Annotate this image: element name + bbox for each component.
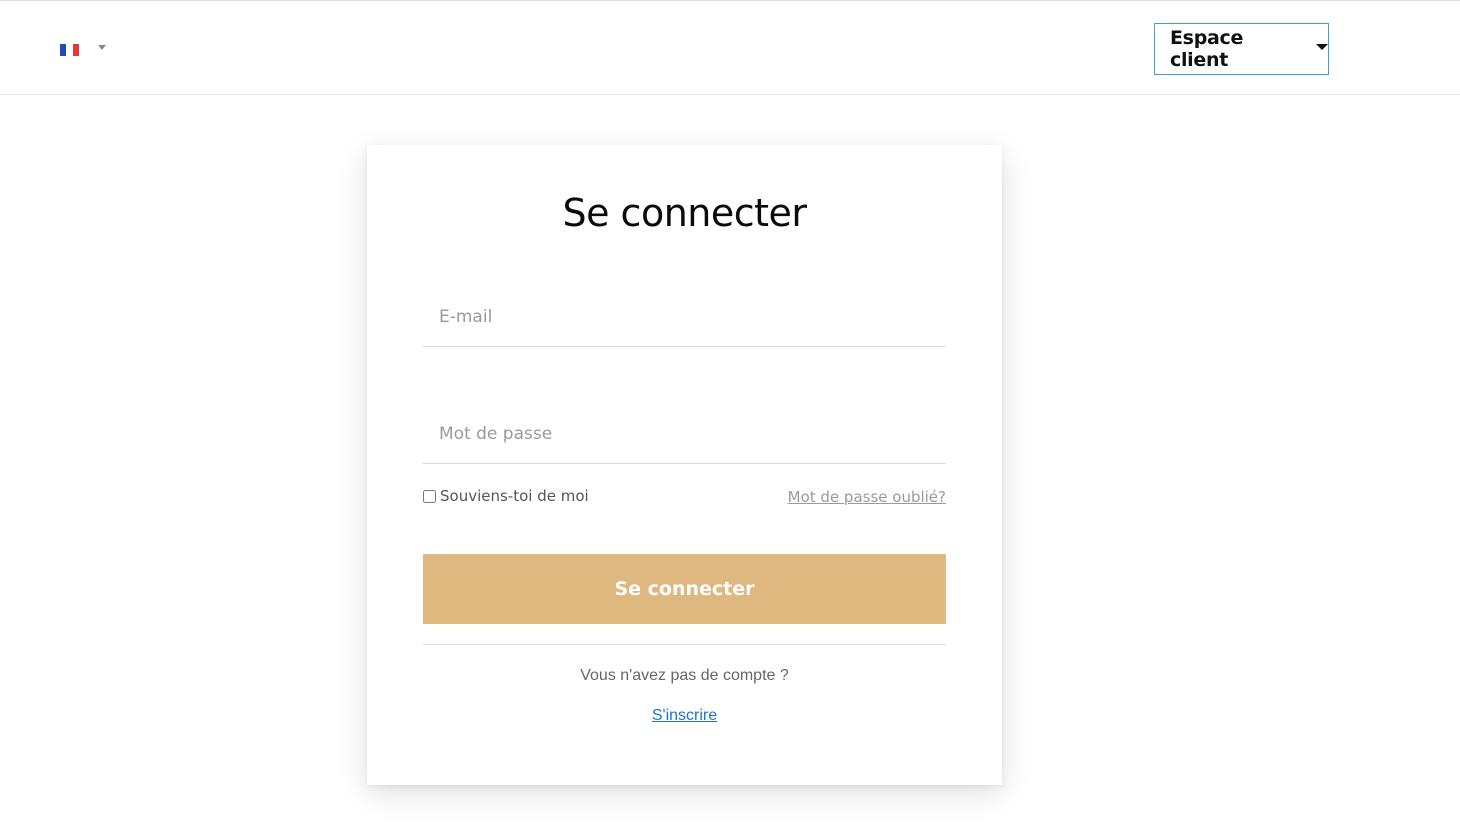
divider — [423, 644, 946, 645]
remember-me[interactable]: Souviens-toi de moi — [423, 487, 589, 505]
flag-france-icon — [60, 44, 79, 56]
forgot-password-link[interactable]: Mot de passe oublié? — [788, 488, 946, 506]
email-field[interactable] — [423, 287, 946, 347]
client-area-label: Espace client — [1170, 27, 1244, 71]
signup-link[interactable]: S'inscrire — [652, 707, 717, 724]
top-header: Espace client — [0, 0, 1460, 95]
client-area-dropdown[interactable]: Espace client — [1154, 23, 1329, 75]
page-title: Se connecter — [562, 191, 807, 235]
password-field[interactable] — [423, 404, 946, 464]
remember-me-label: Souviens-toi de moi — [440, 487, 589, 505]
no-account-text: Vous n'avez pas de compte ? — [580, 667, 789, 684]
signup-link-wrapper: S'inscrire — [367, 707, 1002, 725]
caret-down-icon — [1316, 44, 1328, 50]
login-button[interactable]: Se connecter — [423, 554, 946, 624]
login-card: Se connecter Souviens-toi de moi Mot de … — [367, 145, 1002, 785]
language-switcher[interactable] — [60, 44, 106, 56]
remember-me-checkbox[interactable] — [423, 489, 436, 503]
caret-down-icon — [98, 44, 106, 50]
